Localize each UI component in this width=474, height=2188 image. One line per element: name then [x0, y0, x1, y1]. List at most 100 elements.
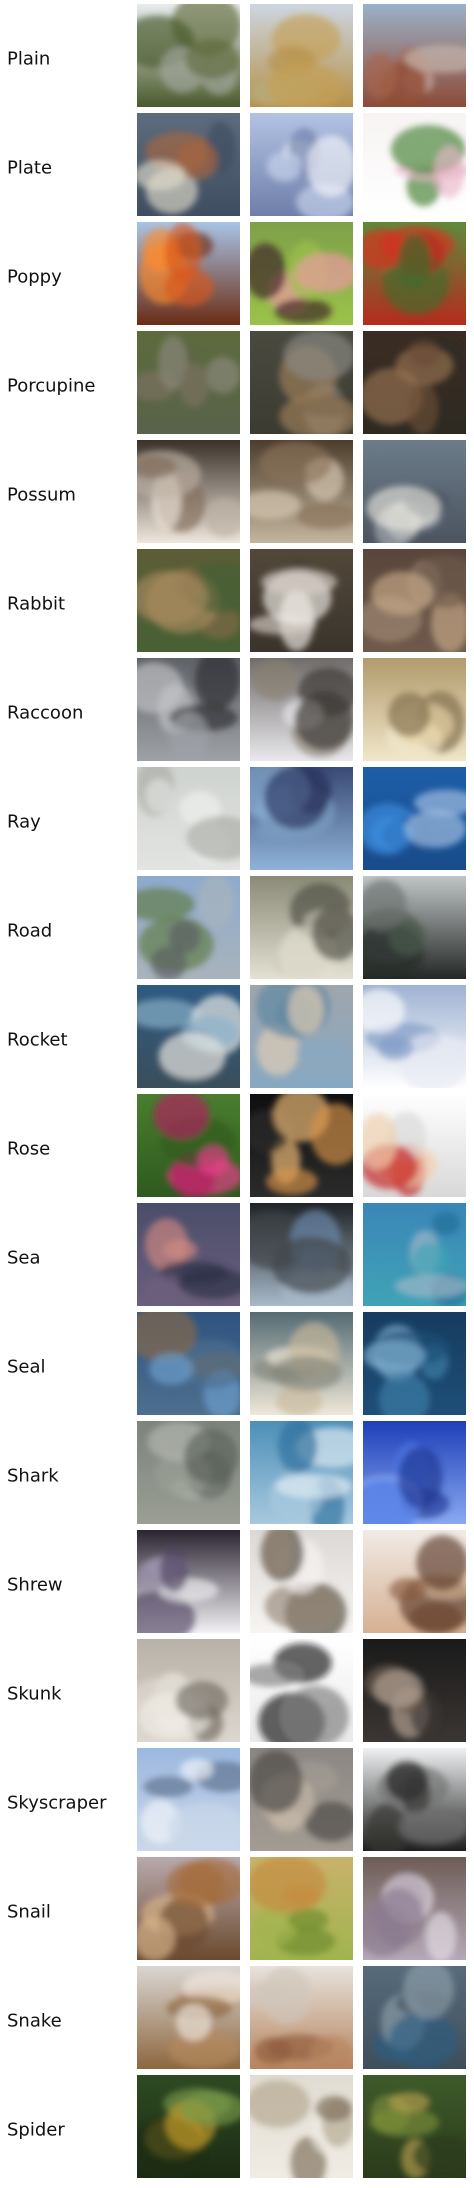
shark-jaws-photo — [250, 1421, 353, 1524]
manta-ray-photo — [363, 767, 466, 870]
grid-row-porcupine: Porcupine — [0, 331, 474, 440]
skunk-in-grass-photo — [363, 1639, 466, 1742]
blue-snake-photo — [363, 1966, 466, 2069]
seal-closeup-photo — [250, 1312, 353, 1415]
spider-on-web-photo — [363, 2075, 466, 2178]
sunset-sea-photo — [137, 1203, 240, 1306]
skunks-photo — [250, 1639, 353, 1742]
white-skunk-photo — [137, 1639, 240, 1742]
raccoon-photo-3 — [363, 658, 466, 761]
striped-snail-photo — [363, 1857, 466, 1960]
raccoon-photo-1 — [137, 658, 240, 761]
grid-row-shark: Shark — [0, 1421, 474, 1530]
dark-building-photo — [363, 1748, 466, 1851]
row-label: Spider — [7, 2119, 65, 2140]
grid-row-raccoon: Raccoon — [0, 658, 474, 767]
road-photo-1 — [137, 876, 240, 979]
grid-row-shrew: Shrew — [0, 1530, 474, 1639]
sea-through-trees-photo — [250, 1203, 353, 1306]
shrew-photo-2 — [250, 1530, 353, 1633]
spider-in-web-photo — [137, 2075, 240, 2178]
white-plate-photo — [250, 113, 353, 216]
field-with-tractor-photo — [250, 4, 353, 107]
row-label: Snail — [7, 1901, 51, 1922]
foggy-road-photo — [363, 876, 466, 979]
coiled-snake-photo — [137, 1966, 240, 2069]
row-label: Possum — [7, 484, 76, 505]
road-photo-2 — [250, 876, 353, 979]
row-label: Shark — [7, 1465, 59, 1486]
rocket-over-water-photo — [250, 985, 353, 1088]
grid-row-spider: Spider — [0, 2075, 474, 2184]
grid-row-poppy: Poppy — [0, 222, 474, 331]
row-label: Road — [7, 920, 53, 941]
row-label: Raccoon — [7, 702, 84, 723]
rocket-launch-photo — [137, 985, 240, 1088]
grid-row-possum: Possum — [0, 440, 474, 549]
grid-row-snail: Snail — [0, 1857, 474, 1966]
row-label: Poppy — [7, 266, 62, 287]
row-label: Ray — [7, 811, 41, 832]
ray-underside-photo — [137, 767, 240, 870]
misty-plain-photo — [363, 4, 466, 107]
grid-row-ray: Ray — [0, 767, 474, 876]
rocket-liftoff-photo — [363, 985, 466, 1088]
row-label: Porcupine — [7, 375, 96, 396]
shark-underwater-photo — [363, 1421, 466, 1524]
grid-row-seal: Seal — [0, 1312, 474, 1421]
red-rose-in-hand-photo — [363, 1094, 466, 1197]
possum-photo-3 — [363, 440, 466, 543]
rabbit-in-grass-photo — [137, 549, 240, 652]
possum-photo-1 — [137, 440, 240, 543]
rabbit-on-log-photo — [363, 549, 466, 652]
shrew-in-circle-photo — [363, 1530, 466, 1633]
seal-in-water-photo — [363, 1312, 466, 1415]
pink-poppy-photo — [250, 222, 353, 325]
row-label: Seal — [7, 1356, 46, 1377]
green-rim-plate-photo — [363, 113, 466, 216]
row-label: Snake — [7, 2010, 62, 2031]
grid-row-skyscraper: Skyscraper — [0, 1748, 474, 1857]
grid-row-rose: Rose — [0, 1094, 474, 1203]
snail-on-leaf-photo — [250, 1857, 353, 1960]
possum-photo-2 — [250, 440, 353, 543]
grid-row-skunk: Skunk — [0, 1639, 474, 1748]
snail-on-hand-photo — [137, 1857, 240, 1960]
grid-row-snake: Snake — [0, 1966, 474, 2075]
row-label: Plate — [7, 157, 53, 178]
grid-row-rocket: Rocket — [0, 985, 474, 1094]
grid-row-sea: Sea — [0, 1203, 474, 1312]
shark-photo-1 — [137, 1421, 240, 1524]
porcupine-photo-3 — [363, 331, 466, 434]
coastline-sea-photo — [363, 1203, 466, 1306]
red-poppy-photo — [363, 222, 466, 325]
building-angle-photo — [250, 1748, 353, 1851]
yellow-rose-photo — [250, 1094, 353, 1197]
row-label: Skyscraper — [7, 1792, 107, 1813]
raccoon-photo-2 — [250, 658, 353, 761]
ray-underwater-photo — [250, 767, 353, 870]
decorated-plate-photo — [137, 113, 240, 216]
grid-row-rabbit: Rabbit — [0, 549, 474, 658]
porcupine-photo-1 — [137, 331, 240, 434]
small-spider-photo — [250, 2075, 353, 2178]
row-label: Rose — [7, 1138, 51, 1159]
pink-rose-photo — [137, 1094, 240, 1197]
grid-row-plain: Plain — [0, 4, 474, 113]
orange-poppies-photo — [137, 222, 240, 325]
row-label: Rocket — [7, 1029, 68, 1050]
grid-row-plate: Plate — [0, 113, 474, 222]
shrew-photo-1 — [137, 1530, 240, 1633]
row-label: Plain — [7, 48, 51, 69]
row-label: Rabbit — [7, 593, 66, 614]
row-label: Sea — [7, 1247, 41, 1268]
tower-photo-1 — [137, 1748, 240, 1851]
grid-row-road: Road — [0, 876, 474, 985]
row-label: Shrew — [7, 1574, 63, 1595]
seal-on-rock-photo — [137, 1312, 240, 1415]
white-rabbit-photo — [250, 549, 353, 652]
porcupine-photo-2 — [250, 331, 353, 434]
image-grid: Plain Plate Poppy Porcupine Possum Rabbi… — [0, 0, 474, 2188]
brown-snake-photo — [250, 1966, 353, 2069]
row-label: Skunk — [7, 1683, 62, 1704]
